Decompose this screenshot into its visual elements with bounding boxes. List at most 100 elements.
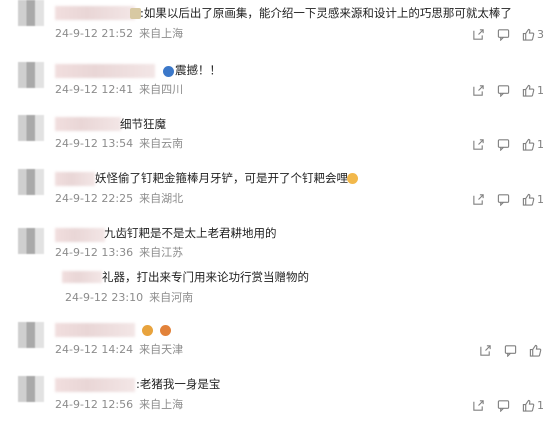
comment-text: 细节狂魔 [120, 117, 166, 131]
reply-button[interactable] [497, 138, 510, 151]
ip-location: 来自天津 [139, 343, 184, 356]
ip-location: 来自云南 [139, 137, 184, 150]
username-blurred[interactable] [55, 323, 135, 337]
crown-emoji-icon [142, 325, 153, 336]
comment-text: 礼器，打出来专门用来论功行赏当赠物的 [102, 270, 309, 284]
comment-item: 震撼！！ 24-9-12 12:41 来自四川 1 [0, 58, 550, 103]
ip-location: 来自上海 [139, 27, 184, 40]
timestamp: 24-9-12 21:52 [55, 27, 134, 40]
share-button[interactable] [472, 84, 485, 97]
avatar[interactable] [18, 0, 44, 26]
like-count: 1 [537, 398, 544, 412]
share-button[interactable] [472, 28, 485, 41]
reply-item: 礼器，打出来专门用来论功行赏当赠物的 24-9-12 23:10 来自河南 [0, 266, 550, 306]
comment-text: 妖怪偷了钉耙金箍棒月牙铲，可是开了个钉耙会哩 [95, 171, 348, 185]
comment-actions [467, 342, 544, 358]
timestamp: 24-9-12 22:25 [55, 192, 134, 205]
thumbs-up-icon [522, 399, 535, 412]
reply-button[interactable] [497, 28, 510, 41]
thumbs-up-icon [522, 193, 535, 206]
thumbs-up-icon [529, 344, 542, 357]
share-icon [473, 28, 484, 40]
comment-icon [497, 399, 510, 412]
timestamp: 24-9-12 13:54 [55, 137, 134, 150]
face-emoji-icon [160, 325, 171, 336]
like-button[interactable]: 1 [522, 193, 544, 206]
comment-meta: 24-9-12 22:25 来自湖北 [55, 192, 189, 206]
thumbs-up-icon [522, 28, 535, 41]
comment-icon [497, 138, 510, 151]
share-icon [480, 344, 491, 356]
like-count: 3 [537, 27, 544, 41]
comment-meta: 24-9-12 13:54 来自云南 [55, 137, 189, 151]
like-button[interactable]: 1 [522, 399, 544, 412]
avatar[interactable] [18, 62, 44, 88]
username-blurred[interactable] [55, 64, 155, 78]
avatar[interactable] [18, 115, 44, 141]
avatar[interactable] [18, 228, 44, 254]
reply-button[interactable] [504, 344, 517, 357]
thumbs-up-icon [522, 138, 535, 151]
smile-emoji-icon [347, 173, 358, 184]
like-button[interactable] [529, 344, 544, 357]
avatar[interactable] [18, 376, 44, 402]
comment-icon [497, 84, 510, 97]
timestamp: 24-9-12 23:10 [65, 291, 144, 304]
comment-meta: 24-9-12 14:24 来自天津 [55, 343, 189, 357]
comment-item: 九齿钉耙是不是太上老君耕地用的 24-9-12 13:36 来自江苏 [0, 220, 550, 262]
share-icon [473, 193, 484, 205]
share-icon [473, 138, 484, 150]
timestamp: 24-9-12 12:56 [55, 398, 134, 411]
comment-text: :老猪我一身是宝 [136, 377, 221, 391]
share-button[interactable] [472, 399, 485, 412]
share-icon [473, 399, 484, 411]
like-count: 1 [537, 137, 544, 151]
comment-icon [504, 344, 517, 357]
like-count: 1 [537, 83, 544, 97]
share-button[interactable] [472, 138, 485, 151]
comment-actions: 1 [460, 82, 544, 98]
ip-location: 来自上海 [139, 398, 184, 411]
comment-item: 24-9-12 14:24 来自天津 [0, 318, 550, 363]
like-count: 1 [537, 192, 544, 206]
timestamp: 24-9-12 14:24 [55, 343, 134, 356]
comment-item: :如果以后出了原画集，能介绍一下灵感来源和设计上的巧思那可就太棒了 24-9-1… [0, 0, 550, 50]
comment-actions: 1 [460, 136, 544, 152]
comment-meta: 24-9-12 23:10 来自河南 [65, 291, 199, 305]
reply-button[interactable] [497, 193, 510, 206]
username-blurred[interactable] [55, 378, 135, 392]
username-blurred[interactable] [62, 271, 102, 283]
username-blurred[interactable] [55, 228, 105, 242]
username-blurred[interactable] [55, 172, 95, 186]
ip-location: 来自河南 [149, 291, 194, 304]
like-button[interactable]: 3 [522, 28, 544, 41]
username-blurred[interactable] [55, 6, 135, 20]
reply-button[interactable] [497, 84, 510, 97]
timestamp: 24-9-12 13:36 [55, 246, 134, 259]
comment-text: 九齿钉耙是不是太上老君耕地用的 [104, 226, 277, 240]
comment-actions: 1 [460, 397, 544, 413]
comment-item: :老猪我一身是宝 24-9-12 12:56 来自上海 1 [0, 370, 550, 420]
ip-location: 来自四川 [139, 83, 184, 96]
comment-meta: 24-9-12 12:41 来自四川 [55, 83, 189, 97]
ip-location: 来自江苏 [139, 246, 184, 259]
username-blurred[interactable] [55, 117, 121, 131]
avatar[interactable] [18, 169, 44, 195]
comment-text: :如果以后出了原画集，能介绍一下灵感来源和设计上的巧思那可就太棒了 [140, 6, 512, 20]
comment-item: 细节狂魔 24-9-12 13:54 来自云南 1 [0, 111, 550, 156]
comment-actions: 3 [460, 26, 544, 42]
share-button[interactable] [479, 344, 492, 357]
comment-meta: 24-9-12 13:36 来自江苏 [55, 246, 189, 260]
comment-actions: 1 [460, 191, 544, 207]
share-icon [473, 84, 484, 96]
reply-button[interactable] [497, 399, 510, 412]
thumbs-up-icon [522, 84, 535, 97]
comment-meta: 24-9-12 12:56 来自上海 [55, 398, 189, 412]
like-button[interactable]: 1 [522, 84, 544, 97]
avatar[interactable] [18, 322, 44, 348]
share-button[interactable] [472, 193, 485, 206]
ip-location: 来自湖北 [139, 192, 184, 205]
like-button[interactable]: 1 [522, 138, 544, 151]
comment-icon [497, 28, 510, 41]
timestamp: 24-9-12 12:41 [55, 83, 134, 96]
